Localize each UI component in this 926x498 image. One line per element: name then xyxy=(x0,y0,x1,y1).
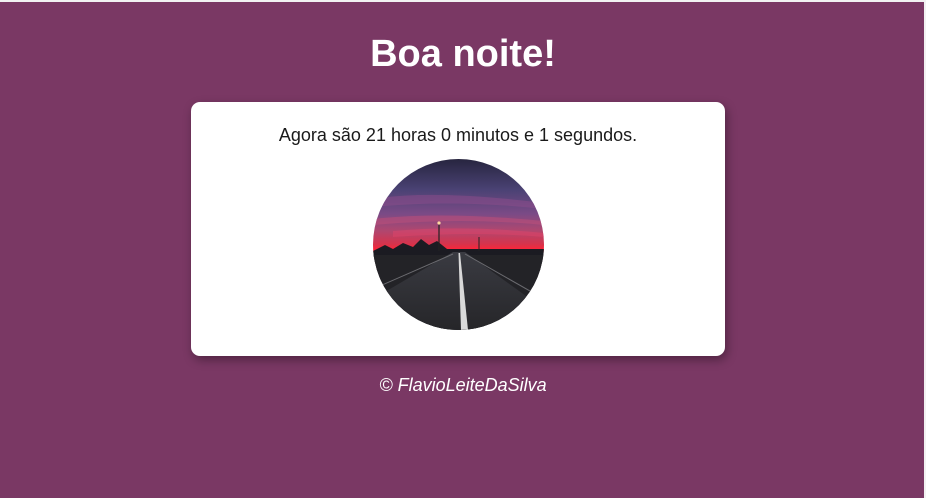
time-of-day-image xyxy=(373,159,544,330)
window-top-border xyxy=(0,0,926,2)
greeting-heading: Boa noite! xyxy=(370,33,556,75)
content-card: Agora são 21 horas 0 minutos e 1 segundo… xyxy=(191,102,725,356)
time-message: Agora são 21 horas 0 minutos e 1 segundo… xyxy=(278,125,638,145)
footer-credit: © FlavioLeiteDaSilva xyxy=(379,375,547,395)
night-road-illustration xyxy=(373,159,544,330)
